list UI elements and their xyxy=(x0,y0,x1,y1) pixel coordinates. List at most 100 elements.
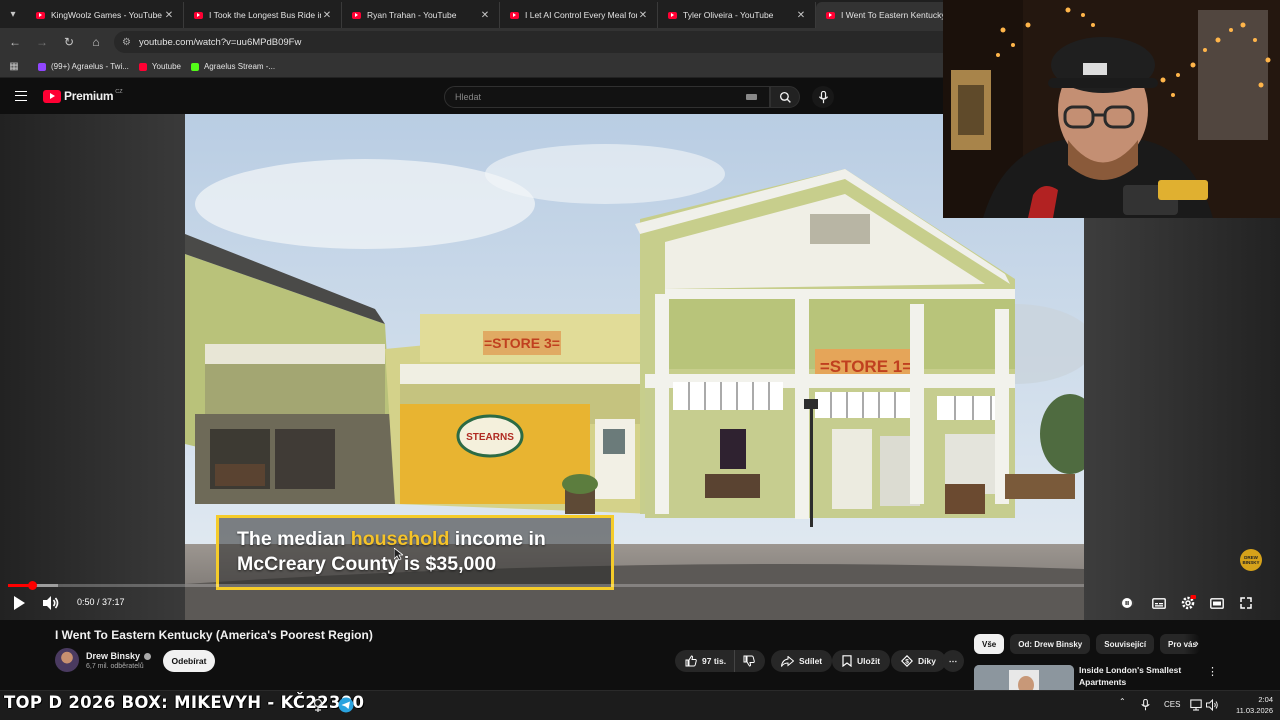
browser-tab[interactable]: Ryan Trahan - YouTube ✕ xyxy=(342,2,500,28)
progress-scrubber[interactable] xyxy=(28,581,37,590)
menu-icon[interactable] xyxy=(15,91,27,101)
theater-mode-button[interactable] xyxy=(1209,595,1225,611)
region-code: CZ xyxy=(115,89,123,95)
youtube-favicon-icon xyxy=(668,11,677,19)
twitch-icon xyxy=(38,62,46,71)
fullscreen-icon xyxy=(1240,597,1252,609)
channel-name-text: Drew Binsky xyxy=(86,651,141,661)
tab-title: I Let AI Control Every Meal for xyxy=(525,10,637,20)
tab-title: Ryan Trahan - YouTube xyxy=(367,10,457,20)
tab-title: Tyler Oliveira - YouTube xyxy=(683,10,774,20)
share-button[interactable]: Sdílet xyxy=(771,650,833,672)
app-taskbar-icon[interactable] xyxy=(310,697,326,713)
reload-icon[interactable]: ↻ xyxy=(57,30,81,54)
mouse-cursor-icon xyxy=(394,548,403,561)
home-icon[interactable]: ⌂ xyxy=(84,30,108,54)
close-tab-icon[interactable]: ✕ xyxy=(795,10,807,21)
streamer-webcam-image xyxy=(943,0,1280,218)
like-button[interactable]: 97 tis. xyxy=(675,650,736,672)
chip-from-channel[interactable]: Od: Drew Binsky xyxy=(1010,634,1091,654)
caption-highlight: household xyxy=(350,528,450,550)
tray-microphone-icon[interactable] xyxy=(1140,699,1151,711)
browser-tab[interactable]: I Let AI Control Every Meal for ✕ xyxy=(500,2,658,28)
bookmark-item[interactable]: Youtube xyxy=(138,62,181,71)
youtube-play-icon xyxy=(43,89,61,103)
close-tab-icon[interactable]: ✕ xyxy=(321,10,333,21)
site-info-icon[interactable]: ⚙ xyxy=(122,37,131,48)
search-icon xyxy=(779,91,791,103)
clock-date: 11.03.2026 xyxy=(1236,706,1273,715)
thanks-label: Díky xyxy=(918,656,936,666)
tray-chevron-up-icon[interactable]: ⌃ xyxy=(1119,697,1126,706)
bookmark-label: Agraelus Stream -... xyxy=(203,62,276,71)
logo-text: Premium xyxy=(64,89,114,103)
more-vertical-icon[interactable]: ⋮ xyxy=(1207,665,1218,678)
stearns-sign: STEARNS xyxy=(466,432,514,443)
sidebar-filter-chips: Vše Od: Drew Binsky Související Pro vás xyxy=(974,634,1206,654)
fullscreen-button[interactable] xyxy=(1238,595,1254,611)
network-icon[interactable] xyxy=(1190,699,1202,711)
address-bar[interactable]: ⚙ youtube.com/watch?v=uu6MPdB09Fw xyxy=(114,31,1014,53)
thumbs-down-icon xyxy=(743,655,755,667)
browser-tab[interactable]: I Took the Longest Bus Ride in ✕ xyxy=(184,2,342,28)
subscriber-count: 6,7 mil. odběratelů xyxy=(86,663,144,670)
thumbs-up-icon xyxy=(685,655,697,667)
chevron-right-icon[interactable]: › xyxy=(1195,638,1199,650)
keyboard-icon[interactable] xyxy=(746,94,757,100)
tab-search-icon[interactable]: ▾ xyxy=(0,0,26,28)
search-input[interactable]: Hledat xyxy=(444,86,770,108)
forward-arrow-icon[interactable]: → xyxy=(30,30,54,54)
kick-icon xyxy=(190,62,199,71)
progress-bar[interactable] xyxy=(8,581,1084,590)
youtube-logo[interactable]: Premium CZ xyxy=(43,89,123,103)
microphone-icon xyxy=(818,90,828,103)
dislike-button[interactable] xyxy=(735,655,763,667)
channel-watermark[interactable]: DREW BINSKY xyxy=(1240,549,1262,571)
autoplay-icon xyxy=(1120,598,1134,608)
channel-name[interactable]: Drew Binsky xyxy=(86,651,152,661)
close-tab-icon[interactable]: ✕ xyxy=(637,10,649,21)
share-icon xyxy=(781,655,794,667)
save-label: Uložit xyxy=(857,656,881,666)
subtitles-icon xyxy=(1152,597,1166,609)
clock-time: 2:04 xyxy=(1258,695,1273,704)
subscribe-button[interactable]: Odebírat xyxy=(163,650,215,672)
chip-all[interactable]: Vše xyxy=(974,634,1005,654)
browser-tab[interactable]: KingWoolz Games - YouTube ✕ xyxy=(26,2,184,28)
close-tab-icon[interactable]: ✕ xyxy=(479,10,491,21)
speaker-icon[interactable] xyxy=(1206,699,1219,711)
store-3-sign: =STORE 3= xyxy=(484,335,560,351)
input-language[interactable]: CES xyxy=(1164,700,1180,709)
more-actions-button[interactable]: ⋯ xyxy=(942,650,964,672)
autoplay-toggle[interactable] xyxy=(1119,595,1135,611)
browser-tab[interactable]: Tyler Oliveira - YouTube ✕ xyxy=(658,2,816,28)
youtube-favicon-icon xyxy=(352,11,361,19)
url-text: youtube.com/watch?v=uu6MPdB09Fw xyxy=(138,36,302,48)
search-button[interactable] xyxy=(770,86,800,108)
bookmark-item[interactable]: (99+) Agraelus - Twi... xyxy=(38,62,129,71)
subtitles-button[interactable] xyxy=(1151,595,1167,611)
voice-search-button[interactable] xyxy=(812,86,834,108)
caption-text-pre: The median xyxy=(237,528,351,550)
settings-button[interactable] xyxy=(1180,595,1196,611)
telegram-icon[interactable] xyxy=(338,697,354,713)
more-horizontal-icon: ⋯ xyxy=(948,655,958,666)
video-title: I Went To Eastern Kentucky (America's Po… xyxy=(55,628,373,642)
save-button[interactable]: Uložit xyxy=(832,650,891,672)
back-arrow-icon[interactable]: ← xyxy=(3,30,27,54)
taskbar-clock[interactable]: 2:04 11.03.2026 xyxy=(1225,694,1273,716)
youtube-favicon-icon xyxy=(194,11,203,19)
apps-grid-icon[interactable]: ▦ xyxy=(0,61,28,72)
chip-related[interactable]: Související xyxy=(1096,634,1155,654)
volume-icon[interactable] xyxy=(42,595,60,611)
channel-avatar[interactable] xyxy=(55,648,79,672)
bookmark-label: Youtube xyxy=(151,62,181,71)
bookmark-item[interactable]: Agraelus Stream -... xyxy=(190,62,276,71)
youtube-favicon-icon xyxy=(36,11,45,19)
youtube-icon xyxy=(138,62,147,71)
play-button[interactable] xyxy=(12,596,26,610)
recommended-video-title[interactable]: Inside London's Smallest Apartments xyxy=(1079,664,1189,688)
thanks-button[interactable]: $ Díky xyxy=(891,650,946,672)
close-tab-icon[interactable]: ✕ xyxy=(163,10,175,21)
bookmark-label: (99+) Agraelus - Twi... xyxy=(51,62,129,71)
